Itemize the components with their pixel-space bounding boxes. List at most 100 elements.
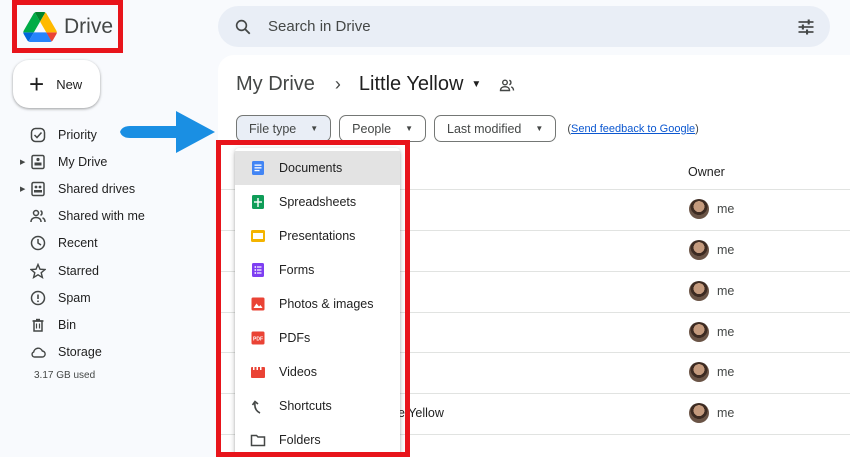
sidebar-item-bin[interactable]: Bin <box>0 311 210 338</box>
breadcrumb-current-folder[interactable]: Little Yellow <box>359 73 464 96</box>
sidebar-item-label: Recent <box>58 236 98 251</box>
menu-item-label: PDFs <box>279 331 311 345</box>
filter-chips: File type ▼ People ▼ Last modified ▼ (Se… <box>236 115 699 142</box>
avatar <box>689 362 709 382</box>
feedback-text: (Send feedback to Google) <box>567 123 699 135</box>
sidebar-item-starred[interactable]: Starred <box>0 257 210 284</box>
annotation-arrow <box>120 111 215 153</box>
menu-item-photos-images[interactable]: Photos & images <box>235 287 400 321</box>
forms-icon <box>250 262 266 278</box>
sidebar-item-label: Spam <box>58 290 91 305</box>
paren-close: ) <box>695 122 699 135</box>
menu-item-folders[interactable]: Folders <box>235 423 400 457</box>
sidebar-item-spam[interactable]: Spam <box>0 284 210 311</box>
folder-menu-dropdown-icon[interactable]: ▼ <box>471 79 481 90</box>
folder-icon <box>250 432 266 448</box>
menu-item-label: Spreadsheets <box>279 195 357 209</box>
slides-icon <box>250 228 266 244</box>
image-icon <box>250 296 266 312</box>
app-name: Drive <box>64 14 114 38</box>
owner-cell: me <box>689 322 734 342</box>
owner-name: me <box>717 365 735 379</box>
bin-icon <box>30 317 46 333</box>
owner-name: me <box>717 202 735 216</box>
search-bar[interactable] <box>218 6 830 47</box>
file-name: e Yellow <box>398 406 444 420</box>
star-icon <box>30 262 46 279</box>
sidebar-item-label: Storage <box>58 345 102 360</box>
sidebar-item-label: Starred <box>58 263 99 278</box>
sidebar-item-label: My Drive <box>58 154 108 169</box>
pdf-icon: PDF <box>250 330 266 346</box>
menu-item-pdfs[interactable]: PDF PDFs <box>235 321 400 355</box>
avatar <box>689 240 709 260</box>
menu-item-label: Photos & images <box>279 297 374 311</box>
people-filter-chip[interactable]: People ▼ <box>339 115 427 142</box>
storage-used-text: 3.17 GB used <box>34 370 96 381</box>
sidebar-item-label: Shared with me <box>58 209 145 224</box>
priority-icon <box>30 127 46 143</box>
shared-with-me-icon <box>30 208 46 224</box>
search-options-icon[interactable] <box>796 17 816 37</box>
sidebar-item-shared-drives[interactable]: ▶ Shared drives <box>0 175 210 202</box>
avatar <box>689 199 709 219</box>
sidebar-item-label: Shared drives <box>58 181 136 196</box>
menu-item-label: Documents <box>279 161 343 175</box>
my-drive-icon <box>30 154 46 170</box>
sidebar-nav: Priority ▶ My Drive ▶ Shared drives Shar… <box>0 121 210 366</box>
breadcrumb: My Drive › Little Yellow ▼ <box>236 73 515 96</box>
chevron-right-icon: › <box>334 74 341 94</box>
sidebar-item-label: Priority <box>58 127 97 142</box>
docs-icon <box>250 160 266 176</box>
menu-item-label: Forms <box>279 263 315 277</box>
sidebar-item-recent[interactable]: Recent <box>0 230 210 257</box>
menu-item-shortcuts[interactable]: Shortcuts <box>235 389 400 423</box>
expand-caret-icon[interactable]: ▶ <box>20 185 25 193</box>
owner-name: me <box>717 284 735 298</box>
owner-name: me <box>717 243 735 257</box>
shortcut-icon <box>250 398 266 414</box>
cloud-icon <box>30 344 46 360</box>
owner-cell: me <box>689 403 734 423</box>
avatar <box>689 281 709 301</box>
recent-icon <box>30 235 46 251</box>
menu-item-label: Folders <box>279 433 321 447</box>
menu-item-forms[interactable]: Forms <box>235 253 400 287</box>
file-type-filter-chip[interactable]: File type ▼ <box>236 115 332 142</box>
drive-logo[interactable]: Drive <box>12 0 123 53</box>
menu-item-label: Presentations <box>279 229 356 243</box>
expand-caret-icon[interactable]: ▶ <box>20 158 25 166</box>
search-icon[interactable] <box>234 18 252 36</box>
caret-down-icon: ▼ <box>310 124 319 133</box>
sidebar-item-shared-with-me[interactable]: Shared with me <box>0 203 210 230</box>
sidebar-item-storage[interactable]: Storage <box>0 339 210 366</box>
menu-item-label: Shortcuts <box>279 399 332 413</box>
send-feedback-link[interactable]: Send feedback to Google <box>571 123 695 135</box>
file-type-menu: Documents Spreadsheets Presentations For… <box>235 148 400 457</box>
caret-down-icon: ▼ <box>405 124 414 133</box>
menu-item-spreadsheets[interactable]: Spreadsheets <box>235 185 400 219</box>
sidebar-item-label: Bin <box>58 317 77 332</box>
breadcrumb-root[interactable]: My Drive <box>236 73 315 96</box>
spam-icon <box>30 290 46 306</box>
avatar <box>689 403 709 423</box>
menu-item-documents[interactable]: Documents <box>235 151 400 185</box>
owner-cell: me <box>689 362 734 382</box>
owner-cell: me <box>689 240 734 260</box>
owner-cell: me <box>689 199 734 219</box>
owner-name: me <box>717 406 735 420</box>
menu-item-presentations[interactable]: Presentations <box>235 219 400 253</box>
menu-item-videos[interactable]: Videos <box>235 355 400 389</box>
new-button-label: New <box>56 76 83 92</box>
shared-drives-icon <box>30 181 46 197</box>
owner-name: me <box>717 325 735 339</box>
drive-logo-icon <box>23 11 57 42</box>
owner-cell: me <box>689 281 734 301</box>
last-modified-filter-chip[interactable]: Last modified ▼ <box>434 115 557 142</box>
search-input[interactable] <box>268 18 768 35</box>
menu-item-label: Videos <box>279 365 317 379</box>
shared-people-icon[interactable] <box>499 77 515 93</box>
new-button[interactable]: + New <box>13 60 100 108</box>
owner-column-header[interactable]: Owner <box>688 165 725 179</box>
svg-text:PDF: PDF <box>253 336 263 342</box>
